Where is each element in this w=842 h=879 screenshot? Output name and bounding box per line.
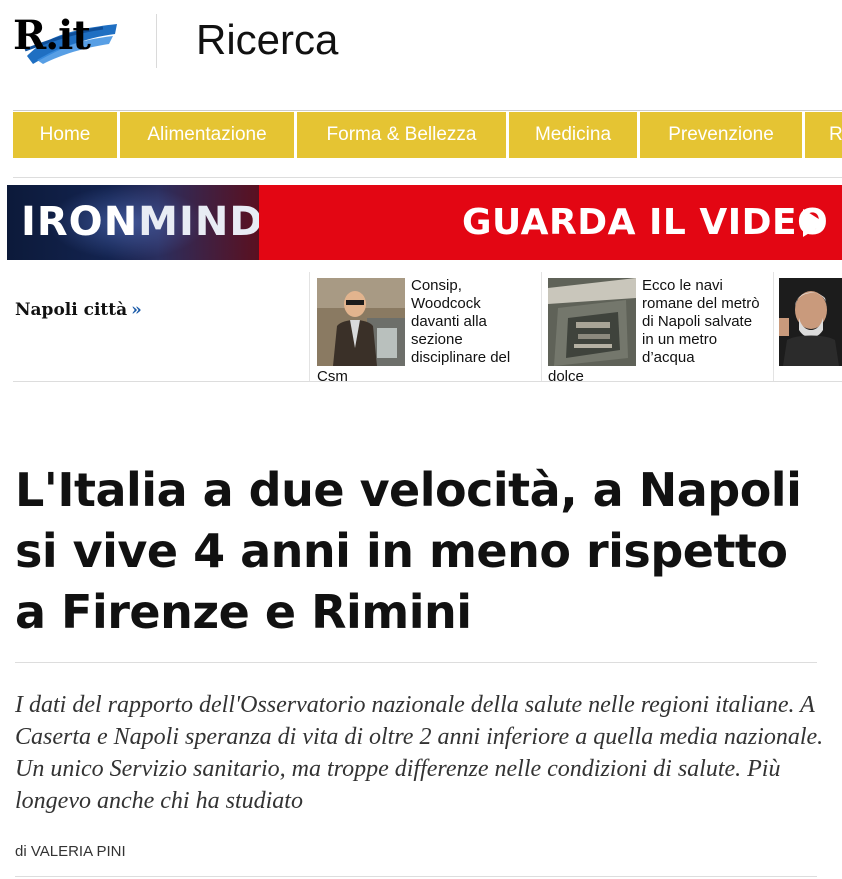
person-photo-icon bbox=[317, 278, 405, 366]
header-divider bbox=[156, 14, 157, 68]
banner-cta-text: GUARDA IL VIDEO bbox=[462, 202, 829, 243]
teaser-headline-overflow: Csm bbox=[317, 368, 348, 382]
nav-item-forma-bellezza[interactable]: Forma & Bellezza bbox=[297, 112, 506, 158]
teaser-thumbnail bbox=[317, 278, 405, 366]
teaser-headline: Consip, Woodcock davanti alla sezione di… bbox=[411, 278, 511, 366]
teaser-headline-overflow: dolce bbox=[548, 368, 584, 382]
strip-separator bbox=[773, 272, 774, 382]
site-logo[interactable]: R.it bbox=[13, 12, 117, 70]
author-name[interactable]: VALERIA PINI bbox=[31, 843, 126, 860]
teaser-card[interactable]: Consip, Woodcock davanti alla sezione di… bbox=[317, 278, 539, 382]
nav-item-home[interactable]: Home bbox=[13, 112, 117, 158]
play-icon bbox=[803, 209, 825, 237]
teaser-headline: Ecco le navi romane del metrò di Napoli … bbox=[642, 278, 760, 366]
nav-top-rule bbox=[13, 110, 842, 111]
teaser-card[interactable]: Ecco le navi romane del metrò di Napoli … bbox=[548, 278, 770, 382]
chevron-right-icon: » bbox=[131, 300, 142, 320]
strip-separator bbox=[309, 272, 310, 382]
section-title[interactable]: Ricerca bbox=[196, 16, 338, 64]
site-header: R.it Ricerca bbox=[0, 0, 842, 80]
city-link[interactable]: Napoli città» bbox=[15, 300, 142, 320]
ad-banner[interactable]: IRONMIND GUARDA IL VIDEO bbox=[7, 185, 842, 260]
banner-brand-panel: IRONMIND bbox=[7, 185, 259, 260]
nav-item-alimentazione[interactable]: Alimentazione bbox=[120, 112, 294, 158]
strip-bottom-rule bbox=[13, 381, 842, 382]
logo-text: R.it bbox=[13, 12, 91, 59]
nav-item-medicina[interactable]: Medicina bbox=[509, 112, 637, 158]
article-summary: I dati del rapporto dell'Osservatorio na… bbox=[15, 692, 824, 814]
headline-rule bbox=[15, 662, 817, 663]
nav-item-prevenzione[interactable]: Prevenzione bbox=[640, 112, 802, 158]
main-nav: Home Alimentazione Forma & Bellezza Medi… bbox=[13, 112, 842, 158]
nav-item-truncated[interactable]: R bbox=[805, 112, 842, 158]
city-label: Napoli città bbox=[15, 300, 128, 320]
byline-prefix: di bbox=[15, 843, 27, 860]
bottom-rule bbox=[15, 876, 817, 877]
teaser-card[interactable] bbox=[779, 278, 842, 382]
banner-brand-logo: IRONMIND bbox=[21, 200, 259, 245]
brand-part-mind: MIND bbox=[138, 199, 259, 245]
person-photo-icon bbox=[779, 278, 842, 366]
teaser-thumbnail bbox=[779, 278, 842, 366]
excavation-photo-icon bbox=[548, 278, 636, 366]
brand-part-iron: IRON bbox=[21, 199, 139, 245]
nav-bottom-rule bbox=[13, 177, 842, 178]
teaser-thumbnail bbox=[548, 278, 636, 366]
article-title: L'Italia a due velocità, a Napoli si viv… bbox=[15, 463, 802, 639]
article-byline: di VALERIA PINI bbox=[15, 843, 126, 860]
strip-separator bbox=[541, 272, 542, 382]
